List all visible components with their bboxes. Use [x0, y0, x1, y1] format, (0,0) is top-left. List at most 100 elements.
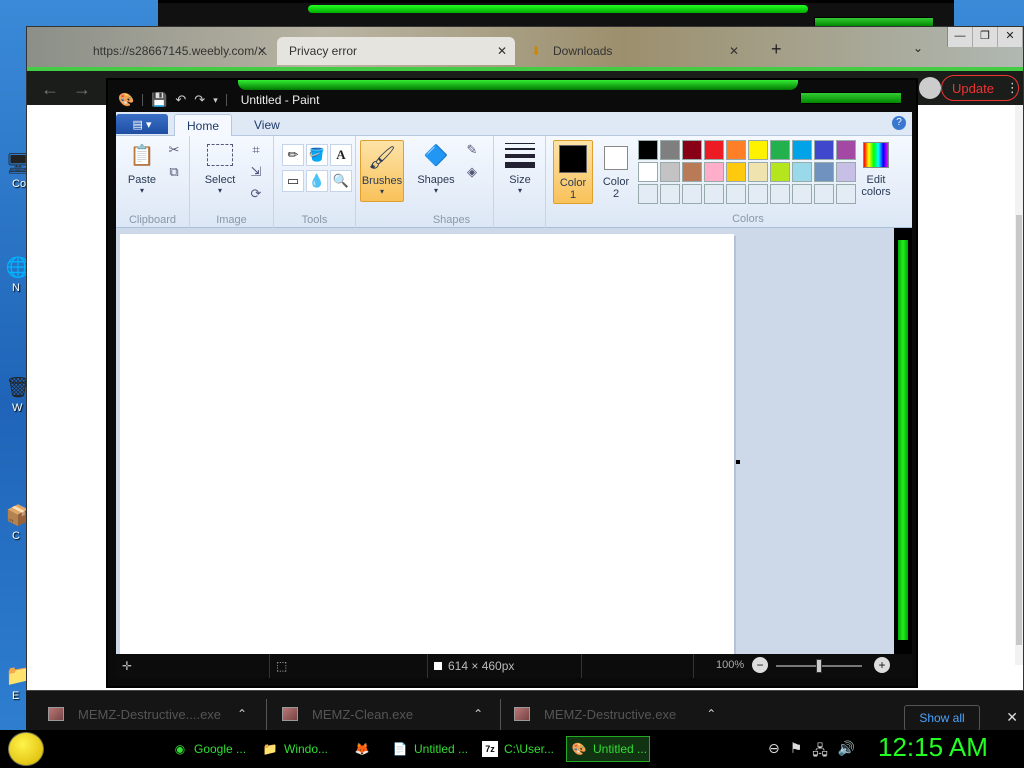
paste-button[interactable]: 📋 Paste ▾ — [120, 140, 164, 196]
select-button[interactable]: Select ▾ — [198, 140, 242, 195]
file-menu-button[interactable]: ▤ ▾ — [116, 114, 168, 134]
taskbar-item-explorer[interactable]: 📁 Windo... — [258, 736, 342, 762]
shape-fill-icon[interactable]: ◈ — [462, 162, 482, 182]
magnifier-icon[interactable]: 🔍 — [330, 170, 352, 192]
drawing-canvas[interactable] — [120, 234, 734, 654]
flag-icon[interactable]: ⚑ — [790, 740, 803, 764]
download-item[interactable]: MEMZ-Clean.exe ⌃ — [282, 701, 483, 727]
eraser-icon[interactable]: ▭ — [282, 170, 304, 192]
shapes-button[interactable]: 🔷 Shapes ▾ — [414, 140, 458, 196]
back-arrow-icon[interactable]: ← — [41, 79, 59, 100]
color-swatch[interactable] — [638, 184, 658, 204]
color-swatch[interactable] — [836, 140, 856, 160]
text-icon[interactable]: A — [330, 144, 352, 166]
clock[interactable]: 12:15 AM — [878, 732, 988, 763]
volume-icon[interactable]: 🔊 — [838, 740, 855, 764]
fill-bucket-icon[interactable]: 🪣 — [306, 144, 328, 166]
new-tab-button[interactable]: + — [771, 39, 782, 60]
zoom-in-button[interactable]: + — [874, 657, 890, 673]
save-icon[interactable]: 💾 — [151, 92, 167, 108]
close-icon[interactable]: ✕ — [729, 44, 739, 58]
tab-home[interactable]: Home — [174, 114, 233, 136]
outline-icon[interactable]: ✎ — [462, 140, 482, 160]
minus-icon[interactable]: ⊖ — [768, 740, 780, 764]
color-swatch[interactable] — [770, 184, 790, 204]
download-item[interactable]: MEMZ-Destructive....exe ⌃ — [48, 701, 247, 727]
color-swatch[interactable] — [638, 162, 658, 182]
color-swatch[interactable] — [638, 140, 658, 160]
color-swatch[interactable] — [748, 184, 768, 204]
vertical-scrollbar[interactable] — [894, 228, 912, 654]
tab-weebly[interactable]: https://s28667145.weebly.com/... ✕ — [47, 37, 275, 65]
color2-button[interactable]: Color 2 — [598, 140, 634, 204]
color-swatch[interactable] — [792, 140, 812, 160]
crop-icon[interactable]: ⌗ — [246, 140, 266, 160]
color-swatch[interactable] — [660, 162, 680, 182]
update-button[interactable]: Update ⋮ — [941, 75, 1019, 101]
color-swatch[interactable] — [682, 184, 702, 204]
chevron-up-icon[interactable]: ⌃ — [706, 707, 716, 721]
color-swatch[interactable] — [748, 162, 768, 182]
close-icon[interactable]: ✕ — [497, 44, 507, 58]
color-picker-icon[interactable]: 💧 — [306, 170, 328, 192]
redo-icon[interactable]: ↷ — [194, 92, 205, 108]
color-swatch[interactable] — [726, 162, 746, 182]
scrollbar-track[interactable] — [898, 240, 908, 640]
canvas-resize-handle[interactable] — [736, 460, 740, 464]
tab-view[interactable]: View — [242, 114, 292, 136]
customize-dropdown-icon[interactable]: ▾ — [213, 95, 218, 106]
taskbar-item-7zip[interactable]: 7z C:\User... — [478, 736, 562, 762]
color-swatch[interactable] — [748, 140, 768, 160]
download-item[interactable]: MEMZ-Destructive.exe ⌃ — [514, 701, 716, 727]
close-icon[interactable]: ✕ — [1006, 709, 1018, 726]
profile-avatar-icon[interactable] — [919, 77, 941, 99]
color-swatch[interactable] — [726, 184, 746, 204]
chevron-up-icon[interactable]: ⌃ — [237, 707, 247, 721]
close-icon[interactable]: ✕ — [257, 44, 267, 58]
minimize-button[interactable]: — — [948, 27, 973, 47]
color-swatch[interactable] — [726, 140, 746, 160]
page-scrollbar[interactable] — [1015, 105, 1023, 665]
color-swatch[interactable] — [682, 162, 702, 182]
start-button[interactable] — [8, 732, 44, 766]
color-swatch[interactable] — [836, 162, 856, 182]
taskbar-item-firefox[interactable]: 🦊 — [350, 736, 380, 762]
taskbar-item-notepad[interactable]: 📄 Untitled ... — [388, 736, 472, 762]
resize-icon[interactable]: ⇲ — [246, 162, 266, 182]
color-swatch[interactable] — [770, 162, 790, 182]
color-swatch[interactable] — [660, 140, 680, 160]
color-swatch[interactable] — [814, 184, 834, 204]
color1-button[interactable]: Color 1 — [553, 140, 593, 204]
color-swatch[interactable] — [770, 140, 790, 160]
rotate-icon[interactable]: ⟳ — [246, 184, 266, 204]
tab-privacy-error[interactable]: Privacy error ✕ — [277, 37, 515, 65]
edit-colors-button[interactable]: Edit colors — [858, 140, 894, 198]
brushes-button[interactable]: 🖌 Brushes ▾ — [360, 140, 404, 202]
color-swatch[interactable] — [704, 162, 724, 182]
scrollbar-thumb[interactable] — [1016, 215, 1022, 645]
color-swatch[interactable] — [792, 184, 812, 204]
cut-icon[interactable]: ✂ — [164, 140, 184, 160]
paint-app-icon[interactable]: 🎨 — [118, 92, 134, 108]
tab-downloads[interactable]: ⬇ Downloads ✕ — [517, 37, 747, 65]
show-all-button[interactable]: Show all — [904, 705, 980, 731]
tab-search-icon[interactable]: ⌄ — [913, 41, 923, 55]
network-tray-icon[interactable]: 🖧 — [812, 740, 828, 764]
maximize-button[interactable]: ❐ — [973, 27, 998, 47]
taskbar-item-paint[interactable]: 🎨 Untitled ... — [566, 736, 650, 762]
color-swatch[interactable] — [704, 140, 724, 160]
forward-arrow-icon[interactable]: → — [73, 79, 91, 100]
copy-icon[interactable]: ⧉ — [164, 162, 184, 182]
undo-icon[interactable]: ↶ — [175, 92, 186, 108]
window-caption-buttons[interactable] — [800, 92, 902, 104]
help-icon[interactable]: ? — [892, 116, 906, 130]
color-swatch[interactable] — [682, 140, 702, 160]
taskbar-item-chrome[interactable]: ◉ Google ... — [168, 736, 252, 762]
zoom-slider-knob[interactable] — [816, 659, 822, 673]
zoom-out-button[interactable]: − — [752, 657, 768, 673]
color-swatch[interactable] — [792, 162, 812, 182]
color-swatch[interactable] — [814, 162, 834, 182]
color-swatch[interactable] — [660, 184, 680, 204]
color-swatch[interactable] — [836, 184, 856, 204]
zoom-slider[interactable] — [776, 659, 862, 673]
